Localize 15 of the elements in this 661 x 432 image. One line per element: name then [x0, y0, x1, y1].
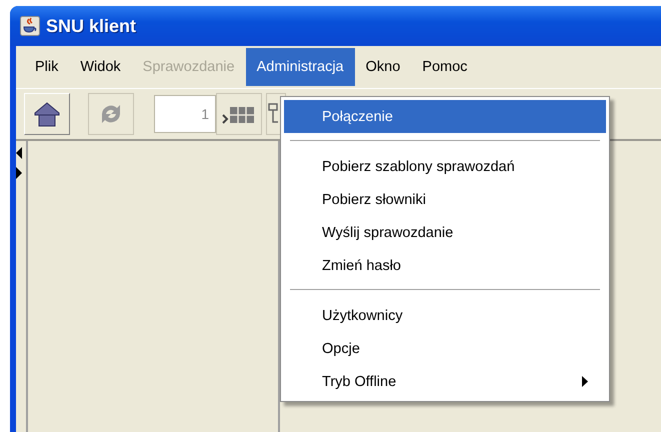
- menu-item[interactable]: Wyślij sprawozdanie: [284, 216, 606, 249]
- page-field[interactable]: 1: [154, 95, 216, 133]
- menu-item[interactable]: Widok: [69, 48, 132, 86]
- menu-item[interactable]: Okno: [354, 48, 412, 86]
- menu-item[interactable]: Połączenie: [284, 100, 606, 133]
- menu-item[interactable]: Pobierz słowniki: [284, 183, 606, 216]
- menu-item[interactable]: Użytkownicy: [284, 299, 606, 332]
- menu-item[interactable]: Plik: [24, 48, 70, 86]
- menu-item[interactable]: Pobierz szablony sprawozdań: [284, 150, 606, 183]
- window-title: SNU klient: [46, 16, 136, 36]
- menu-item[interactable]: Opcje: [284, 332, 606, 365]
- menu-item[interactable]: Pomoc: [411, 48, 478, 86]
- menu-item[interactable]: Administracja: [246, 48, 355, 86]
- menu-item[interactable]: Tryb Offline: [284, 365, 606, 398]
- menu-item[interactable]: Zmień hasło: [284, 249, 606, 282]
